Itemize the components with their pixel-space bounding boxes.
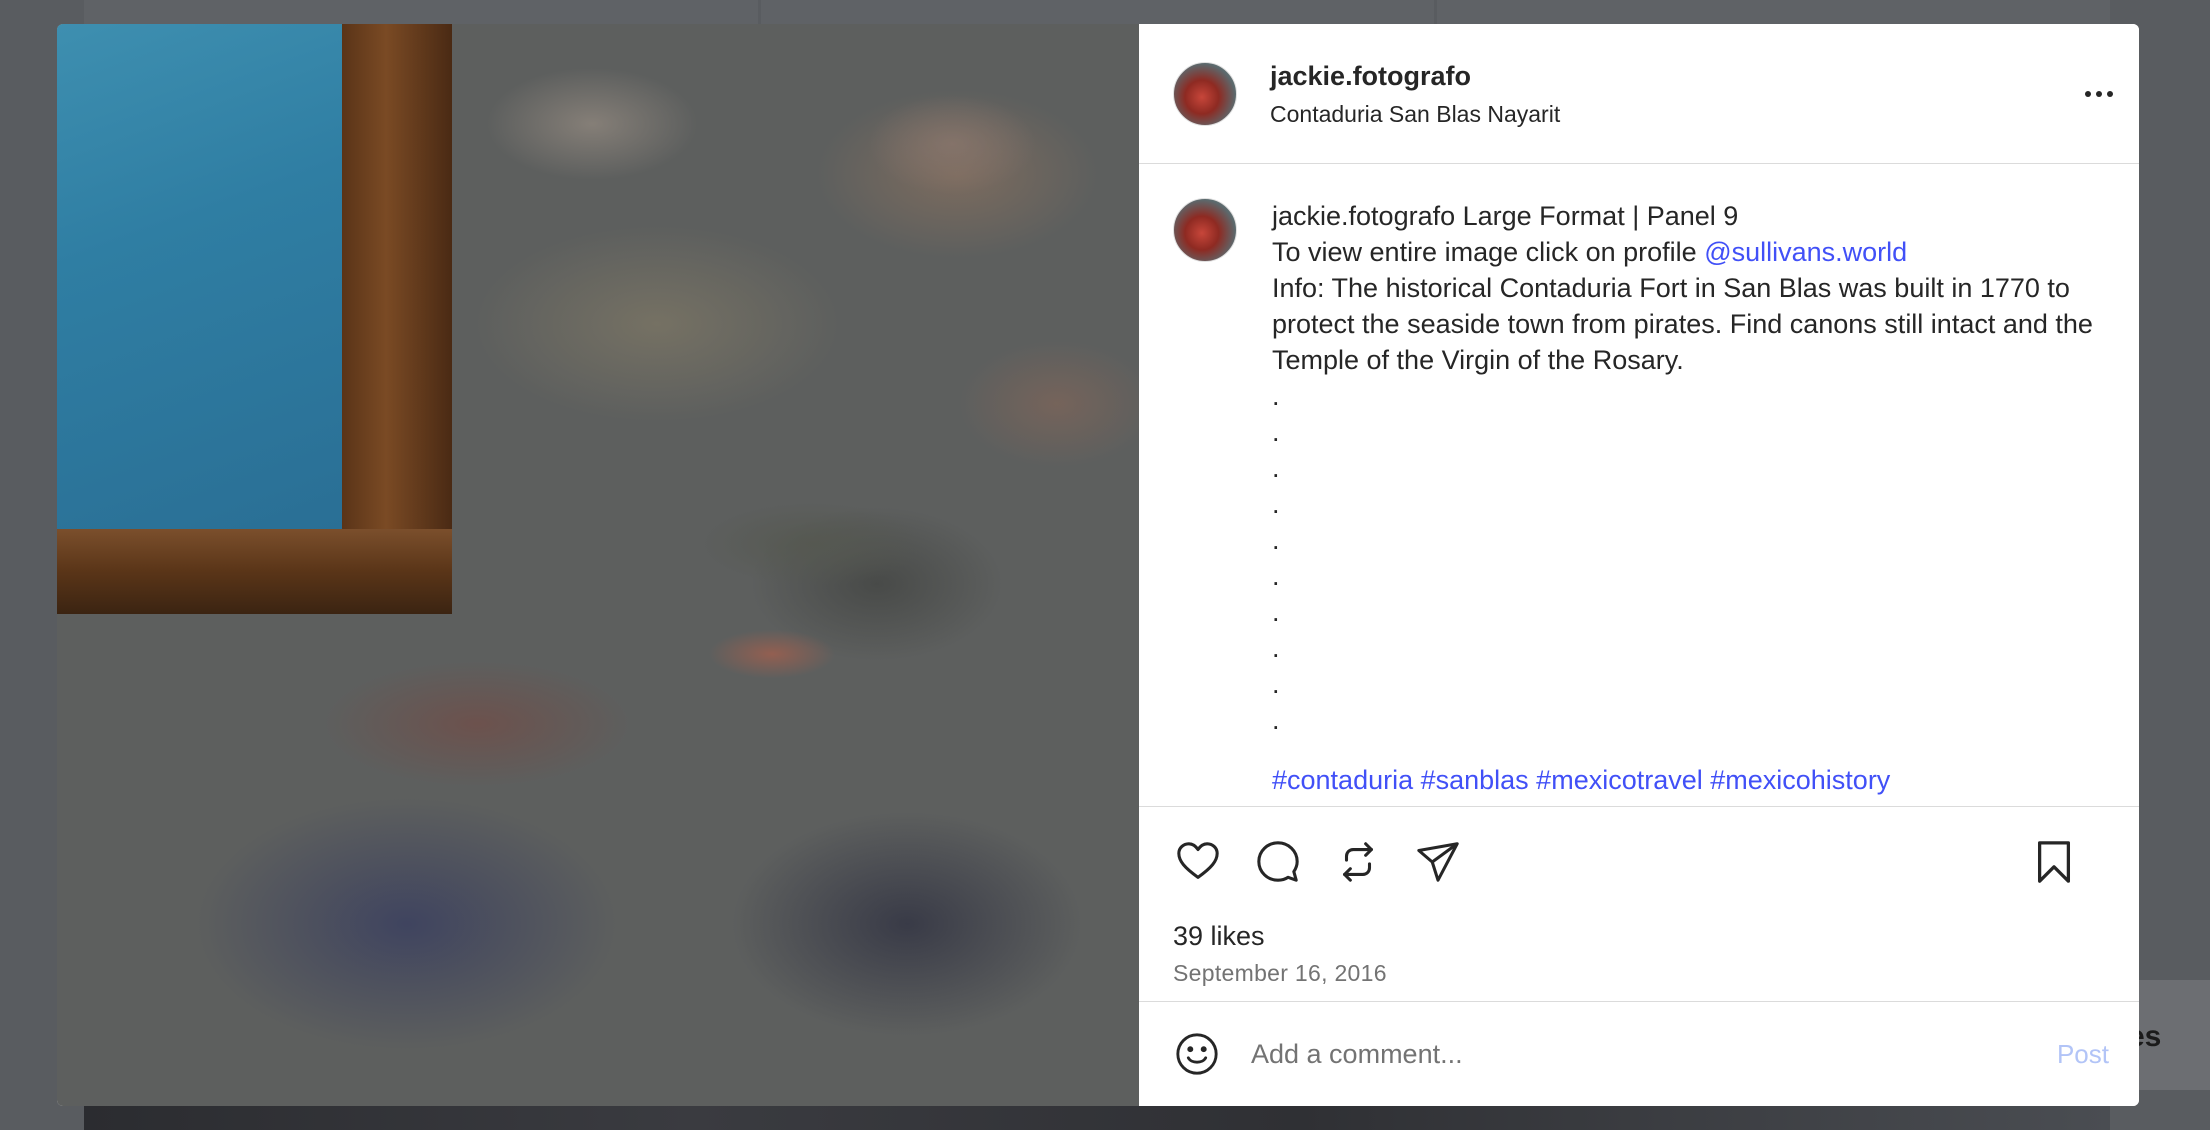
post-modal: jackie.fotografo Contaduria San Blas Nay… [57,24,2139,1106]
repost-icon[interactable] [1333,837,1383,887]
caption-dot: . [1272,417,1280,447]
bookmark-icon[interactable] [2029,837,2079,887]
caption-mention-link[interactable]: @sullivans.world [1704,237,1907,267]
more-options-icon[interactable] [2081,76,2117,112]
action-icon-row [1173,837,2105,887]
dot [2085,90,2091,97]
caption-info: Info: The historical Contaduria Fort in … [1272,273,2093,375]
dot [2096,90,2102,97]
post-caption: jackie.fotografo Large Format | Panel 9 … [1272,198,2102,806]
caption-dot: . [1272,669,1280,699]
caption-title: Large Format | Panel 9 [1462,201,1739,231]
caption-dot: . [1272,453,1280,483]
caption-line-1: jackie.fotografo Large Format | Panel 9 [1272,198,2102,234]
author-info: jackie.fotografo Contaduria San Blas Nay… [1270,59,1560,129]
photo-stone-wall [452,24,1139,1106]
heart-icon[interactable] [1173,837,1223,887]
post-comment-button[interactable]: Post [2057,1039,2109,1070]
likes-count[interactable]: 39 likes [1173,921,2105,952]
caption-dot: . [1272,489,1280,519]
author-username[interactable]: jackie.fotografo [1270,59,1560,93]
photo-window-frame [342,24,452,614]
caption-username[interactable]: jackie.fotografo [1272,201,1455,231]
background-image-strip [84,1105,2110,1130]
caption-dot: . [1272,705,1280,735]
post-date: September 16, 2016 [1173,960,1387,986]
caption-dot: . [1272,597,1280,627]
caption-hashtags[interactable]: #contaduria #sanblas #mexicotravel #mexi… [1272,762,2102,798]
photo-window-sill [57,529,452,614]
comment-bar: Post [1139,1001,2139,1106]
caption-line-2: To view entire image click on profile @s… [1272,234,2102,270]
post-side-panel: jackie.fotografo Contaduria San Blas Nay… [1139,24,2139,1106]
caption-dots: . . . . . . . . . . [1272,378,2102,738]
author-avatar[interactable] [1173,61,1237,126]
caption-dot: . [1272,633,1280,663]
caption-dot: . [1272,525,1280,555]
post-actions: 39 likes September 16, 2016 [1139,806,2139,1001]
photo-window-glass [57,24,342,529]
post-photo[interactable] [57,24,1139,1106]
caption-profile-text: To view entire image click on profile [1272,237,1697,267]
caption-dot: . [1272,381,1280,411]
caption-dot: . [1272,561,1280,591]
send-icon[interactable] [1413,837,1463,887]
emoji-icon[interactable] [1173,1030,1221,1078]
post-location[interactable]: Contaduria San Blas Nayarit [1270,99,1560,129]
post-header: jackie.fotografo Contaduria San Blas Nay… [1139,24,2139,164]
comment-input[interactable] [1251,1038,2037,1070]
comment-icon[interactable] [1253,837,1303,887]
dot [2107,90,2113,97]
caption-avatar[interactable] [1173,198,1237,262]
caption-area[interactable]: jackie.fotografo Large Format | Panel 9 … [1139,164,2139,806]
